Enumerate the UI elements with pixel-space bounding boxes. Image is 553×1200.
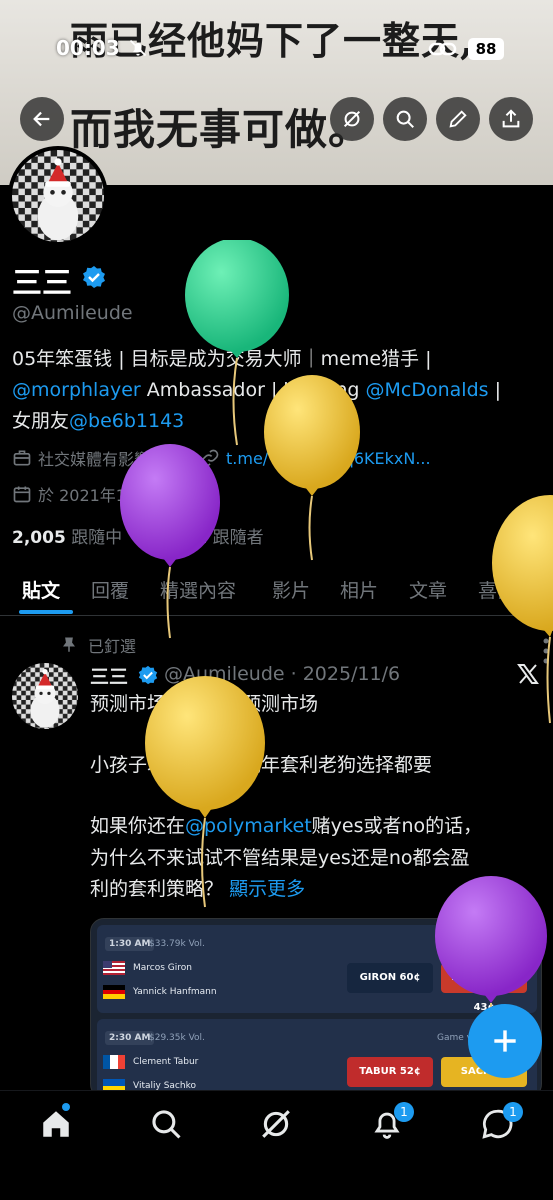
link-icon [201, 449, 219, 467]
profile-meta-row: 社交媒體有影響力者 t.me/+ad68oNq6KEkxN... [12, 446, 431, 470]
tweet-text-line: 为什么不来试试不管结果是yes还是no都会盈 [90, 847, 470, 869]
cat-avatar-image [12, 663, 78, 729]
calendar-icon [13, 486, 31, 503]
verified-badge-icon [83, 266, 105, 288]
odds-button: TABUR 52¢ [347, 1057, 433, 1087]
home-unread-dot [62, 1103, 70, 1111]
search-icon[interactable] [149, 1107, 183, 1141]
match-time: 1:30 AM [105, 937, 155, 951]
match-time: 2:30 AM [105, 1031, 155, 1045]
link-icon [428, 42, 457, 56]
show-more-link[interactable]: 顯示更多 [229, 878, 305, 900]
arrow-left-icon [33, 111, 50, 127]
follow-stats: 2,005 跟隨中 18,012 跟隨者 [12, 523, 264, 548]
cat-avatar-image [12, 150, 104, 242]
player-name: Yannick Hanfmann [133, 987, 217, 997]
compose-button[interactable] [468, 1004, 542, 1078]
briefcase-icon [13, 450, 31, 466]
status-bar: 00:03 88 [0, 34, 553, 66]
game-view-label: Game view [437, 939, 488, 949]
profile-joined: 於 2021年1月加入 [38, 486, 174, 505]
tweet-author-name[interactable]: 三三 [90, 662, 128, 689]
tweet-text: 赌yes或者no的话， [311, 815, 483, 837]
grok-icon [343, 110, 361, 128]
profile-handle: @Aumileude [12, 302, 133, 324]
match-volume: $29.35k Vol. [149, 1033, 205, 1043]
followers-count: 18,012 [141, 528, 208, 548]
more-options-icon[interactable] [541, 636, 551, 666]
x-logo-icon [517, 664, 539, 684]
banner-text-line2: 而我无事可做。 [70, 105, 372, 154]
profile-tabs: 貼文 回覆 精選內容 影片 相片 文章 喜歡的內容 [0, 560, 553, 616]
active-tab-indicator [19, 610, 73, 614]
french-flag-icon [103, 1055, 125, 1069]
tweet-text-line: 小孩子才做选择，成年套利老狗选择都要 [90, 754, 433, 776]
search-button[interactable] [383, 97, 427, 141]
us-flag-icon [103, 961, 125, 975]
battery-indicator: 88 [468, 38, 504, 60]
grok-icon[interactable] [259, 1107, 293, 1141]
pin-icon [63, 637, 75, 652]
profile-joined-row: 於 2021年1月加入 [12, 482, 200, 506]
following-link[interactable]: 2,005 跟隨中 [12, 528, 122, 548]
status-time: 00:03 [56, 36, 120, 60]
following-count: 2,005 [12, 528, 66, 548]
profile-bio: 05年笨蛋钱 | 目标是成为交易大师｜meme猎手 | @morphlayer … [12, 344, 542, 437]
tweet-text-line: 如果你还在@polymarket赌yes或者no的话， [90, 812, 540, 841]
profile-category: 社交媒體有影響力者 [38, 450, 183, 469]
notifications-badge: 1 [394, 1102, 414, 1122]
tab-photos[interactable]: 相片 [340, 576, 378, 603]
tweet-text: 利的套利策略？ [90, 878, 224, 900]
bio-mention-girlfriend[interactable]: @be6b1143 [69, 410, 184, 432]
profile-avatar[interactable] [8, 146, 108, 246]
back-button[interactable] [20, 97, 64, 141]
plus-icon [494, 1030, 516, 1052]
share-icon [502, 109, 520, 128]
edit-button[interactable] [436, 97, 480, 141]
tab-videos[interactable]: 影片 [272, 576, 310, 603]
bio-text: | [488, 379, 502, 401]
followers-label: 跟隨者 [212, 528, 264, 548]
tweet-media-card[interactable]: 1:30 AM $33.79k Vol. Game view Marcos Gi… [90, 918, 542, 1098]
tweet-text: 如果你还在 [90, 815, 186, 837]
bio-mention-mcdonalds[interactable]: @McDonalds [366, 379, 489, 401]
tab-articles[interactable]: 文章 [409, 576, 447, 603]
player-name: Marcos Giron [133, 963, 192, 973]
bio-text: 女朋友 [12, 410, 70, 432]
pinned-label: 已釘選 [88, 637, 137, 656]
pencil-icon [449, 110, 467, 128]
share-button[interactable] [489, 97, 533, 141]
pinned-indicator: 已釘選 [60, 633, 136, 657]
bell-muted-icon [129, 39, 147, 57]
messages-badge: 1 [503, 1102, 523, 1122]
bio-text: Ambassador | building [140, 379, 366, 401]
tab-likes[interactable]: 喜歡的內容 [478, 576, 553, 603]
tab-replies[interactable]: 回覆 [91, 576, 129, 603]
profile-name: 三三 [12, 266, 72, 301]
match-row: 1:30 AM $33.79k Vol. Game view Marcos Gi… [97, 925, 537, 1013]
mention-polymarket[interactable]: @polymarket [185, 815, 312, 837]
tweet-text-line: 利的套利策略？ 顯示更多 [90, 875, 540, 904]
odds-button: GIRON 60¢ [347, 963, 433, 993]
tweet-handle-date: @Aumileude · 2025/11/6 [164, 663, 401, 685]
tweet-text-line: 预测市场，但不去预测市场 [90, 693, 319, 715]
german-flag-icon [103, 985, 125, 999]
grok-button[interactable] [330, 97, 374, 141]
chevron-right-icon [184, 488, 191, 500]
profile-website[interactable]: t.me/+ad68oNq6KEkxN... [226, 449, 431, 468]
bio-text: 05年笨蛋钱 | 目标是成为交易大师｜meme猎手 | [12, 348, 432, 370]
match-volume: $33.79k Vol. [149, 939, 205, 949]
tweet-avatar[interactable] [12, 663, 78, 729]
tab-posts[interactable]: 貼文 [22, 576, 60, 603]
player-name: Clement Tabur [133, 1057, 199, 1067]
following-label: 跟隨中 [71, 528, 123, 548]
bio-mention-morphlayer[interactable]: @morphlayer [12, 379, 141, 401]
odds-button: HANFMANN 43¢ [441, 963, 527, 1013]
search-icon [396, 110, 414, 128]
tab-highlights[interactable]: 精選內容 [160, 576, 236, 603]
followers-link[interactable]: 18,012 跟隨者 [142, 528, 264, 548]
home-icon[interactable] [39, 1107, 73, 1141]
verified-badge-icon [138, 665, 158, 685]
